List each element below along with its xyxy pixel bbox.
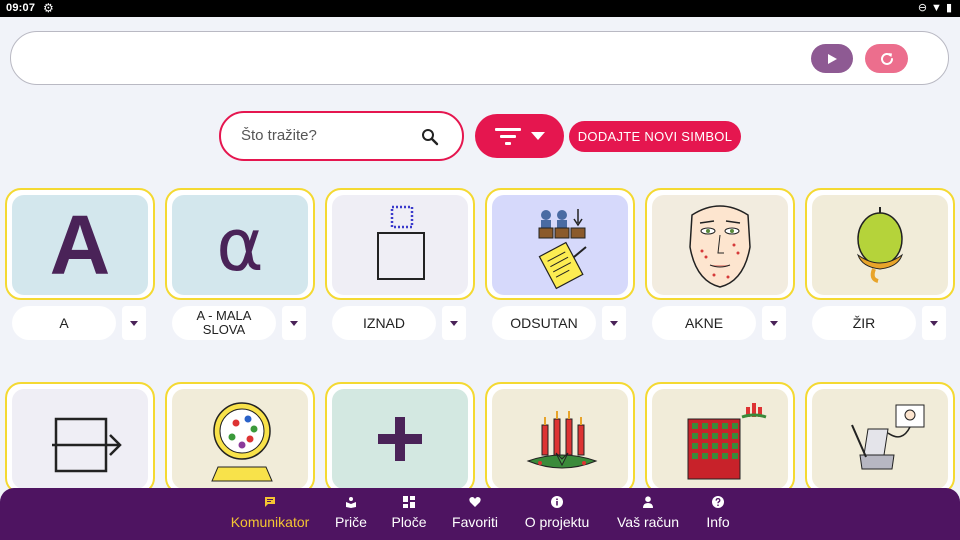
symbol-image-plus [332,389,468,489]
acorn-pictogram [857,207,903,283]
search-input[interactable] [241,127,421,144]
chevron-down-icon [530,131,545,140]
search-icon[interactable] [421,128,439,146]
nav-label-price: Priče [335,514,367,530]
symbol-image-zir [812,195,948,295]
symbol-card-akne[interactable] [645,188,795,300]
symbol-label-akne[interactable]: AKNE [652,306,756,340]
info-icon [551,495,563,508]
symbol-label-odsutan[interactable]: ODSUTAN [492,306,596,340]
symbol-card-exit[interactable] [5,382,155,494]
settings-gear-icon: ⚙ [43,1,54,15]
symbol-image-akne [652,195,788,295]
nav-favoriti[interactable]: Favoriti [449,488,501,540]
letter-a-glyph: A [49,197,111,292]
filter-button[interactable] [475,114,564,158]
absent-pictogram [538,209,587,290]
advent-calendar-pictogram [687,403,767,480]
play-icon [828,53,837,64]
symbol-card-advent-wreath[interactable] [485,382,635,494]
chair-screen-pictogram [851,404,925,470]
refresh-icon [880,52,893,65]
plus-pictogram [378,417,422,461]
nav-label-ploce: Ploče [391,514,427,530]
symbol-menu-a-dropdown[interactable] [122,306,146,340]
symbol-card-a-mala-slova[interactable]: α [165,188,315,300]
above-pictogram [377,205,425,280]
symbol-card-plus[interactable] [325,382,475,494]
symbol-image-a-mala-slova: α [172,195,308,295]
exit-arrow-pictogram [52,417,122,473]
nav-label-vas-racun: Vaš račun [617,514,679,530]
symbol-image-a: A [12,195,148,295]
symbol-image-lottery [172,389,308,489]
nav-vas-racun[interactable]: Vaš račun [613,488,683,540]
nav-label-favoriti: Favoriti [452,514,498,530]
play-sentence-button[interactable] [811,44,853,73]
nav-komunikator[interactable]: Komunikator [227,488,313,540]
symbol-image-odsutan [492,195,628,295]
person-icon [643,495,653,508]
nav-ploce[interactable]: Ploče [389,488,429,540]
symbol-menu-a-mala-slova-dropdown[interactable] [282,306,306,340]
nav-label-info: Info [706,514,730,530]
lottery-drum-pictogram [211,402,273,482]
do-not-disturb-icon: ⊖ [917,2,928,14]
advent-wreath-pictogram [526,411,598,469]
symbol-card-advent-calendar[interactable] [645,382,795,494]
symbol-menu-akne-dropdown[interactable] [762,306,786,340]
symbol-card-iznad[interactable] [325,188,475,300]
acne-face-pictogram [689,205,751,288]
nav-label-komunikator: Komunikator [230,514,310,530]
status-bar: 09:07 ⚙ ⊖ ▼ ▮ [0,0,960,17]
symbol-label-zir[interactable]: ŽIR [812,306,916,340]
grid-icon [403,495,415,508]
wifi-icon: ▼ [931,1,942,14]
help-icon [712,495,724,508]
nav-info[interactable]: Info [703,488,733,540]
symbol-card-odsutan[interactable] [485,188,635,300]
symbol-card-a[interactable]: A [5,188,155,300]
symbol-label-a-mala-slova[interactable]: A - MALA SLOVA [172,306,276,340]
status-icons: ⊖ ▼ ▮ [917,1,952,15]
clear-sentence-button[interactable] [865,44,908,73]
status-time: 09:07 [6,2,36,14]
nav-label-o-projektu: O projektu [524,514,590,530]
sentence-bar[interactable] [10,31,949,85]
symbol-image-exit [12,389,148,489]
symbol-card-lottery[interactable] [165,382,315,494]
symbol-card-zir[interactable] [805,188,955,300]
symbol-menu-iznad-dropdown[interactable] [442,306,466,340]
letter-alpha-glyph: α [216,203,264,287]
symbol-image-advent-wreath [492,389,628,489]
symbol-image-iznad [332,195,468,295]
nav-price[interactable]: Priče [333,488,369,540]
search-box [219,111,464,161]
symbol-menu-odsutan-dropdown[interactable] [602,306,626,340]
filter-icon [494,128,521,145]
bottom-nav: Komunikator Priče Ploče Favoriti O proje… [0,488,960,540]
symbol-card-computer-chair[interactable] [805,382,955,494]
symbol-label-a[interactable]: A [12,306,116,340]
symbol-label-iznad[interactable]: IZNAD [332,306,436,340]
battery-icon: ▮ [945,2,952,14]
add-new-symbol-button[interactable]: DODAJTE NOVI SIMBOL [569,121,741,152]
book-icon [346,496,356,508]
nav-o-projektu[interactable]: O projektu [521,488,593,540]
symbol-image-advent-calendar [652,389,788,489]
chat-icon [265,496,275,507]
symbol-image-computer-chair [812,389,948,489]
heart-icon [469,496,481,507]
symbol-menu-zir-dropdown[interactable] [922,306,946,340]
